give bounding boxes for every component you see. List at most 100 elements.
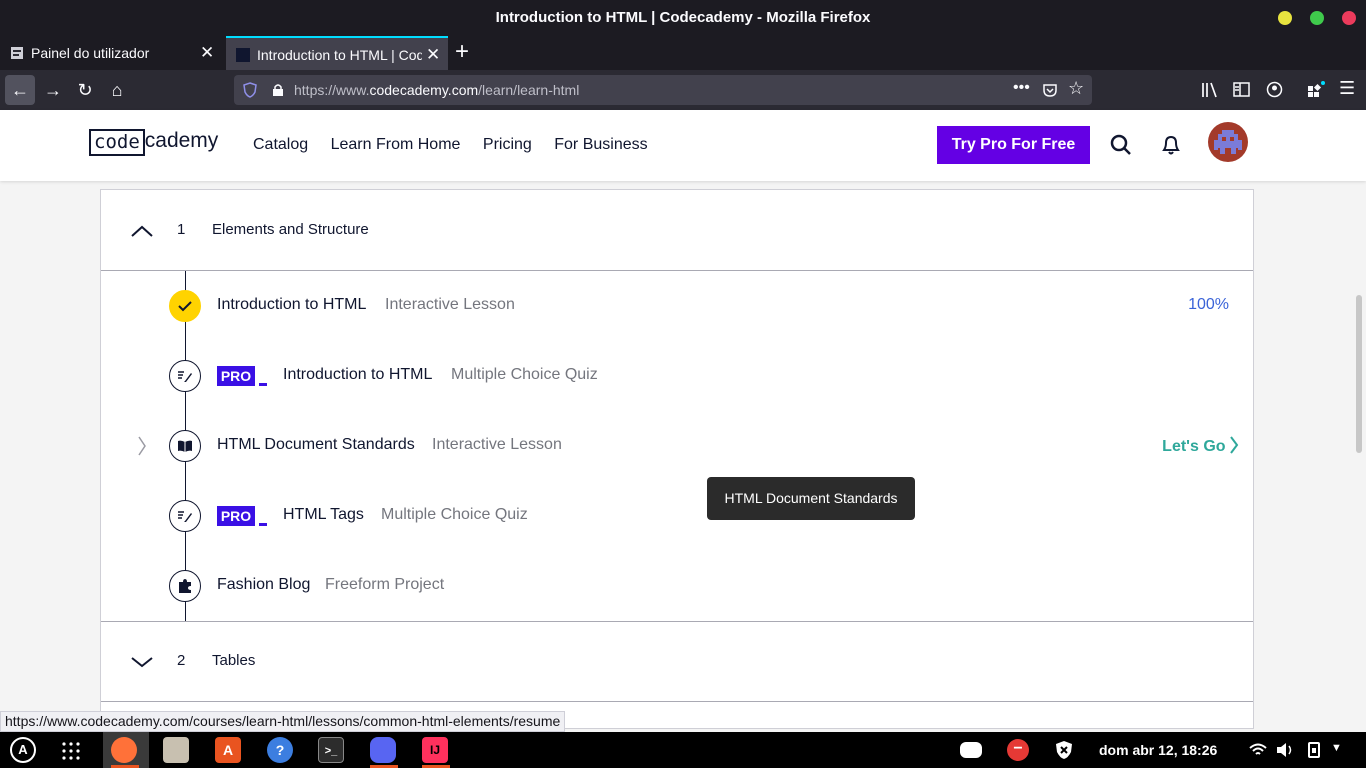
forward-icon[interactable]: → bbox=[38, 75, 68, 105]
scrollbar-thumb[interactable] bbox=[1356, 295, 1362, 453]
new-tab-icon[interactable]: + bbox=[455, 38, 469, 66]
reload-icon[interactable]: ↻ bbox=[70, 75, 100, 105]
module-number: 2 bbox=[177, 652, 186, 669]
home-icon[interactable]: ⌂ bbox=[102, 75, 132, 105]
module-number: 1 bbox=[177, 221, 186, 238]
tooltip: HTML Document Standards bbox=[707, 477, 915, 520]
item-kind: Multiple Choice Quiz bbox=[381, 506, 528, 523]
pocket-icon[interactable] bbox=[1042, 82, 1058, 98]
chevron-up-icon[interactable] bbox=[131, 225, 153, 237]
item-kind: Multiple Choice Quiz bbox=[451, 366, 598, 383]
chevron-right-icon bbox=[1230, 436, 1239, 454]
no-entry-icon[interactable]: − bbox=[1007, 739, 1029, 761]
clock[interactable]: dom abr 12, 18:26 bbox=[1099, 742, 1217, 758]
close-icon[interactable] bbox=[1342, 11, 1356, 25]
lets-go-link[interactable]: Let's Go bbox=[1162, 436, 1239, 456]
software-center-icon[interactable]: A bbox=[215, 737, 241, 763]
item-kind: Freeform Project bbox=[325, 576, 445, 593]
pro-badge: PRO bbox=[217, 506, 267, 526]
nav-learn-from-home[interactable]: Learn From Home bbox=[331, 136, 461, 153]
progress-percent: 100% bbox=[1188, 296, 1229, 313]
url-text[interactable]: https://www.codecademy.com/learn/learn-h… bbox=[294, 82, 579, 98]
pro-badge: PRO bbox=[217, 366, 267, 386]
tab-label: Introduction to HTML | Codecademy bbox=[257, 47, 422, 63]
page-actions-icon[interactable]: ••• bbox=[1013, 79, 1030, 97]
nav-catalog[interactable]: Catalog bbox=[253, 136, 308, 153]
back-icon[interactable]: ← bbox=[5, 75, 35, 105]
volume-icon[interactable] bbox=[1276, 742, 1294, 758]
module-title: Tables bbox=[212, 652, 256, 669]
tracking-shield-icon[interactable] bbox=[243, 82, 257, 98]
help-icon[interactable]: ? bbox=[267, 737, 293, 763]
discord-icon[interactable] bbox=[370, 737, 396, 763]
firefox-icon[interactable] bbox=[111, 737, 137, 763]
module-header[interactable]: 1 Elements and Structure bbox=[101, 190, 1253, 270]
notification-bell-icon[interactable] bbox=[1161, 134, 1181, 156]
discord-tray-icon[interactable] bbox=[960, 742, 982, 758]
check-icon bbox=[169, 290, 201, 322]
navigation-bar: ← → ↻ ⌂ https://www.codecademy.com/learn… bbox=[0, 70, 1366, 110]
library-icon[interactable] bbox=[1201, 82, 1219, 98]
item-title[interactable]: HTML Tags bbox=[283, 506, 364, 524]
tab-introduction-html[interactable]: Introduction to HTML | Codecademy ✕ bbox=[226, 36, 448, 70]
status-url: https://www.codecademy.com/courses/learn… bbox=[0, 711, 566, 732]
puzzle-icon bbox=[169, 570, 201, 602]
account-icon[interactable] bbox=[1266, 81, 1283, 98]
item-title[interactable]: HTML Document Standards bbox=[217, 436, 415, 454]
chevron-down-icon[interactable] bbox=[131, 656, 153, 668]
window-title: Introduction to HTML | Codecademy - Mozi… bbox=[495, 9, 871, 26]
tab-close-icon[interactable]: ✕ bbox=[426, 45, 440, 65]
taskbar: A A ? >_ IJ − dom abr 12, 18:26 ▼ bbox=[0, 732, 1366, 768]
intellij-icon[interactable]: IJ bbox=[422, 737, 448, 763]
tab-dashboard[interactable]: Painel do utilizador ✕ bbox=[0, 36, 225, 70]
pixel-avatar-icon bbox=[1214, 130, 1242, 154]
wifi-icon[interactable] bbox=[1249, 743, 1267, 757]
syllabus-item[interactable]: Fashion Blog Freeform Project bbox=[101, 551, 1253, 621]
maximize-icon[interactable] bbox=[1310, 11, 1324, 25]
minimize-icon[interactable] bbox=[1278, 11, 1292, 25]
syllabus-item[interactable]: PRO HTML Tags Multiple Choice Quiz bbox=[101, 481, 1253, 551]
window-titlebar: Introduction to HTML | Codecademy - Mozi… bbox=[0, 0, 1366, 36]
codecademy-favicon-icon bbox=[236, 48, 250, 62]
shield-icon[interactable] bbox=[1055, 740, 1073, 760]
divider bbox=[101, 701, 1253, 702]
book-icon bbox=[169, 430, 201, 462]
item-title[interactable]: Introduction to HTML bbox=[217, 296, 366, 314]
main-nav: Catalog Learn From Home Pricing For Busi… bbox=[253, 136, 666, 154]
tab-close-icon[interactable]: ✕ bbox=[200, 43, 214, 63]
nav-for-business[interactable]: For Business bbox=[554, 136, 647, 153]
app-grid-icon[interactable] bbox=[62, 742, 80, 760]
item-title[interactable]: Introduction to HTML bbox=[283, 366, 432, 384]
file-manager-icon[interactable] bbox=[163, 737, 189, 763]
terminal-icon[interactable]: >_ bbox=[318, 737, 344, 763]
ubuntu-activities-icon[interactable]: A bbox=[10, 737, 36, 763]
site-header: code cademy Catalog Learn From Home Prici… bbox=[0, 110, 1366, 181]
try-pro-button[interactable]: Try Pro For Free bbox=[937, 126, 1090, 164]
chevron-right-icon[interactable] bbox=[137, 436, 147, 456]
avatar[interactable] bbox=[1208, 122, 1248, 162]
item-kind: Interactive Lesson bbox=[385, 296, 515, 313]
syllabus-item[interactable]: Introduction to HTML Interactive Lesson … bbox=[101, 271, 1253, 341]
power-icon[interactable] bbox=[1306, 741, 1324, 759]
syllabus-item[interactable]: HTML Document Standards Interactive Less… bbox=[101, 411, 1253, 481]
page-icon bbox=[11, 47, 23, 59]
item-title[interactable]: Fashion Blog bbox=[217, 576, 310, 594]
syllabus-card: 1 Elements and Structure Introduction to… bbox=[100, 189, 1254, 729]
syllabus-item[interactable]: PRO Introduction to HTML Multiple Choice… bbox=[101, 341, 1253, 411]
item-kind: Interactive Lesson bbox=[432, 436, 562, 453]
nav-pricing[interactable]: Pricing bbox=[483, 136, 532, 153]
extensions-icon[interactable] bbox=[1307, 81, 1325, 99]
quiz-icon bbox=[169, 360, 201, 392]
sidebar-icon[interactable] bbox=[1233, 82, 1250, 97]
module-header[interactable]: 2 Tables bbox=[101, 621, 1253, 701]
tab-strip: Painel do utilizador ✕ Introduction to H… bbox=[0, 36, 1366, 70]
url-bar[interactable]: https://www.codecademy.com/learn/learn-h… bbox=[234, 75, 1092, 105]
codecademy-logo[interactable]: code cademy bbox=[89, 129, 218, 156]
search-icon[interactable] bbox=[1110, 134, 1132, 156]
quiz-icon bbox=[169, 500, 201, 532]
module-title: Elements and Structure bbox=[212, 221, 369, 238]
menu-icon[interactable]: ☰ bbox=[1339, 78, 1355, 99]
system-menu-chevron-icon[interactable]: ▼ bbox=[1331, 742, 1342, 754]
bookmark-star-icon[interactable]: ☆ bbox=[1068, 78, 1084, 99]
lock-icon[interactable] bbox=[272, 83, 284, 97]
